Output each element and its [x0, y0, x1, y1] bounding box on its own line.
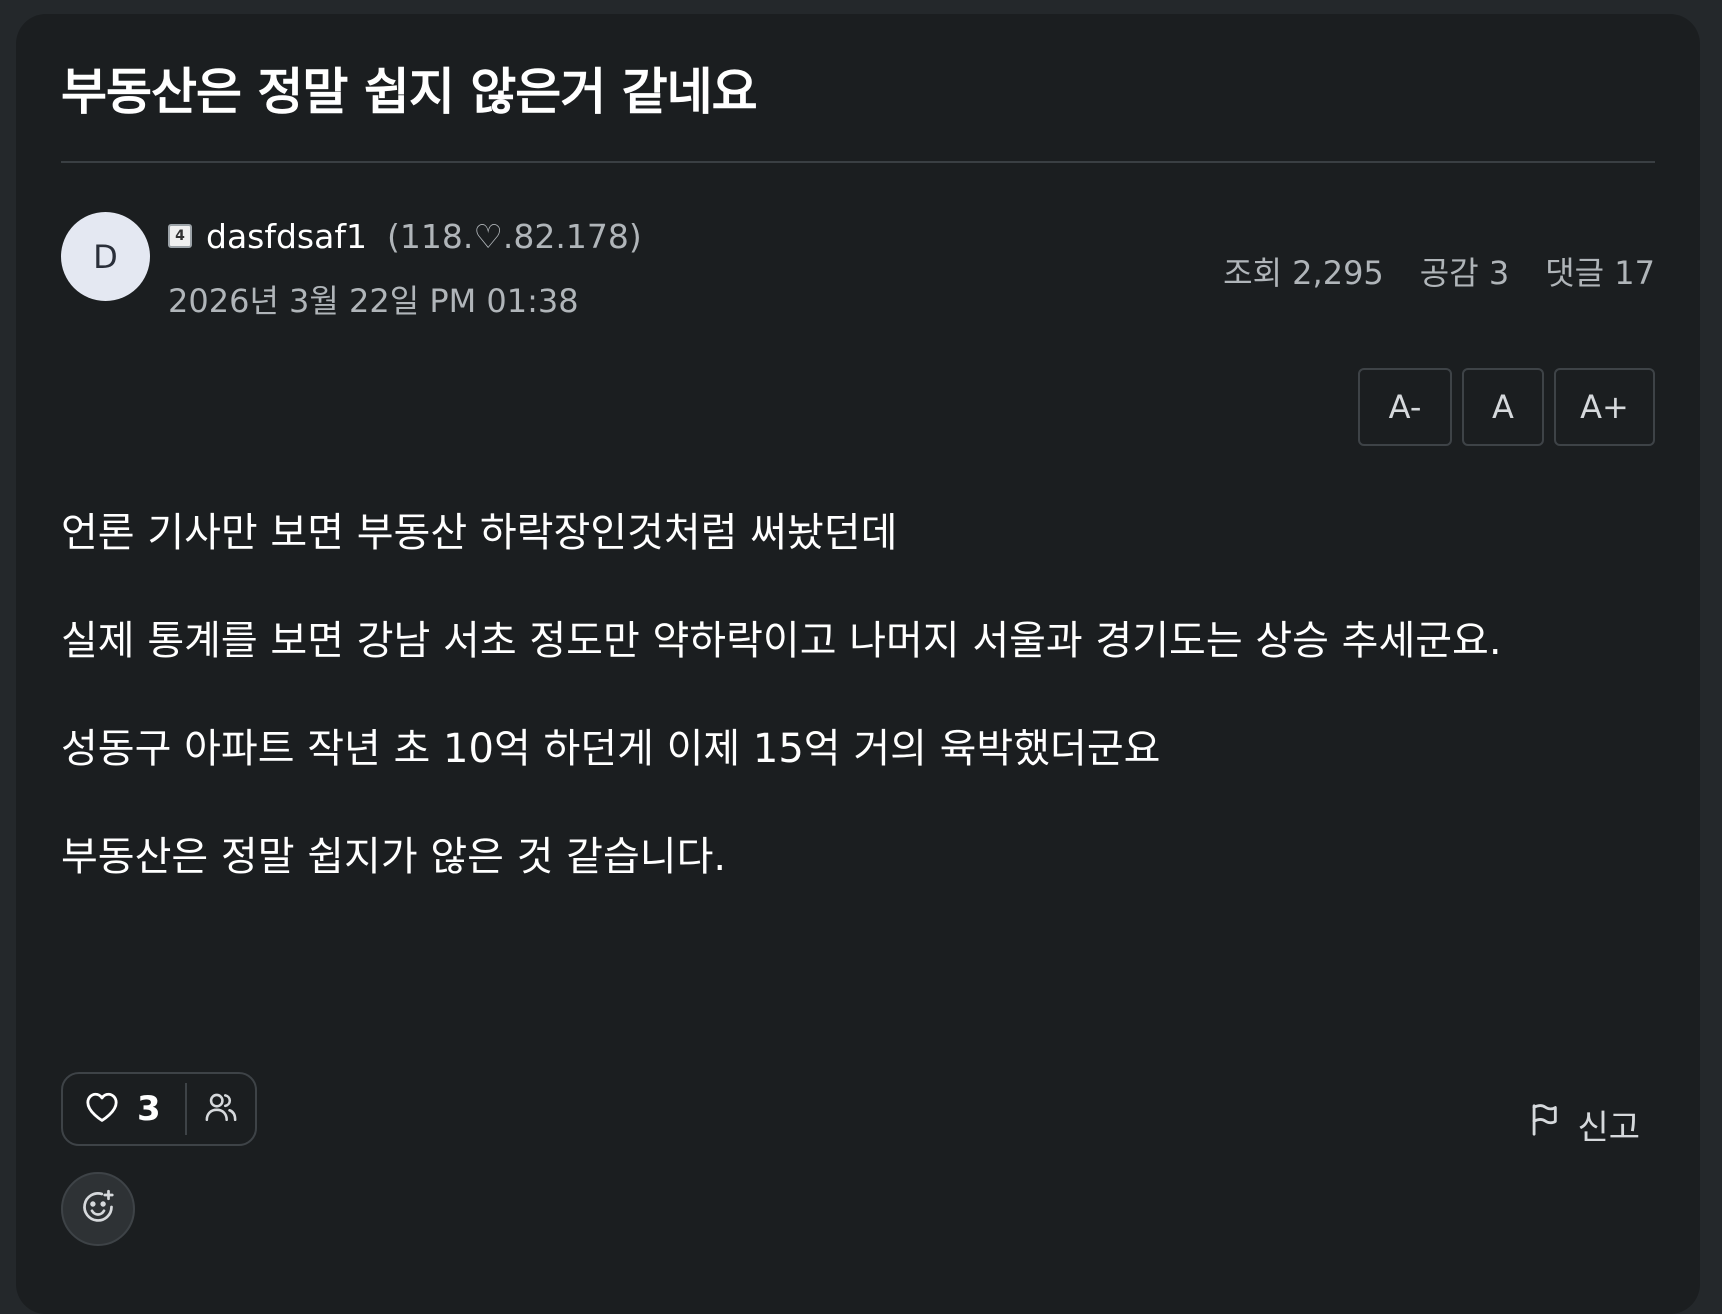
font-increase-button[interactable]: A+: [1554, 368, 1655, 446]
post-paragraph: 부동산은 정말 쉽지가 않은 것 같습니다.: [61, 834, 727, 880]
like-count: 3: [137, 1089, 161, 1129]
likers-button[interactable]: [187, 1074, 255, 1144]
font-normal-button[interactable]: A: [1462, 368, 1544, 446]
title-divider: [61, 161, 1655, 163]
author-info: 4 dasfdsaf1 (118.♡.82.178): [168, 216, 642, 256]
report-label: 신고: [1577, 1108, 1640, 1148]
like-control: 3: [61, 1072, 257, 1146]
report-button[interactable]: 신고: [1529, 1100, 1640, 1149]
post-card: 부동산은 정말 쉽지 않은거 같네요 D 4 dasfdsaf1 (118.♡.…: [16, 14, 1700, 1314]
post-paragraph: 실제 통계를 보면 강남 서초 정도만 약하락이고 나머지 서울과 경기도는 상…: [61, 618, 1502, 664]
post-title: 부동산은 정말 쉽지 않은거 같네요: [61, 63, 758, 121]
people-icon: [204, 1091, 238, 1127]
flag-icon: [1529, 1103, 1559, 1146]
add-emoji-icon: [80, 1189, 116, 1229]
author-username[interactable]: dasfdsaf1: [206, 217, 367, 256]
like-button[interactable]: 3: [63, 1074, 185, 1144]
post-paragraph: 성동구 아파트 작년 초 10억 하던게 이제 15억 거의 육박했더군요: [61, 726, 1161, 772]
add-reaction-button[interactable]: [61, 1172, 135, 1246]
font-size-controls: A- A A+: [1358, 368, 1655, 446]
comment-count[interactable]: 댓글 17: [1545, 248, 1655, 294]
heart-icon: [85, 1091, 119, 1127]
level-badge: 4: [168, 224, 192, 248]
avatar-initial: D: [93, 237, 118, 276]
avatar[interactable]: D: [61, 212, 150, 301]
like-stat: 공감 3: [1419, 254, 1510, 292]
post-stats: 조회 2,295 공감 3 댓글 17: [1223, 248, 1655, 294]
author-ip: (118.♡.82.178): [386, 216, 642, 256]
post-paragraph: 언론 기사만 보면 부동산 하락장인것처럼 써놨던데: [61, 510, 898, 556]
post-date: 2026년 3월 22일 PM 01:38: [168, 282, 579, 320]
view-count: 조회 2,295: [1223, 254, 1384, 292]
font-decrease-button[interactable]: A-: [1358, 368, 1452, 446]
post-body: 언론 기사만 보면 부동산 하락장인것처럼 써놨던데 실제 통계를 보면 강남 …: [61, 508, 1655, 940]
